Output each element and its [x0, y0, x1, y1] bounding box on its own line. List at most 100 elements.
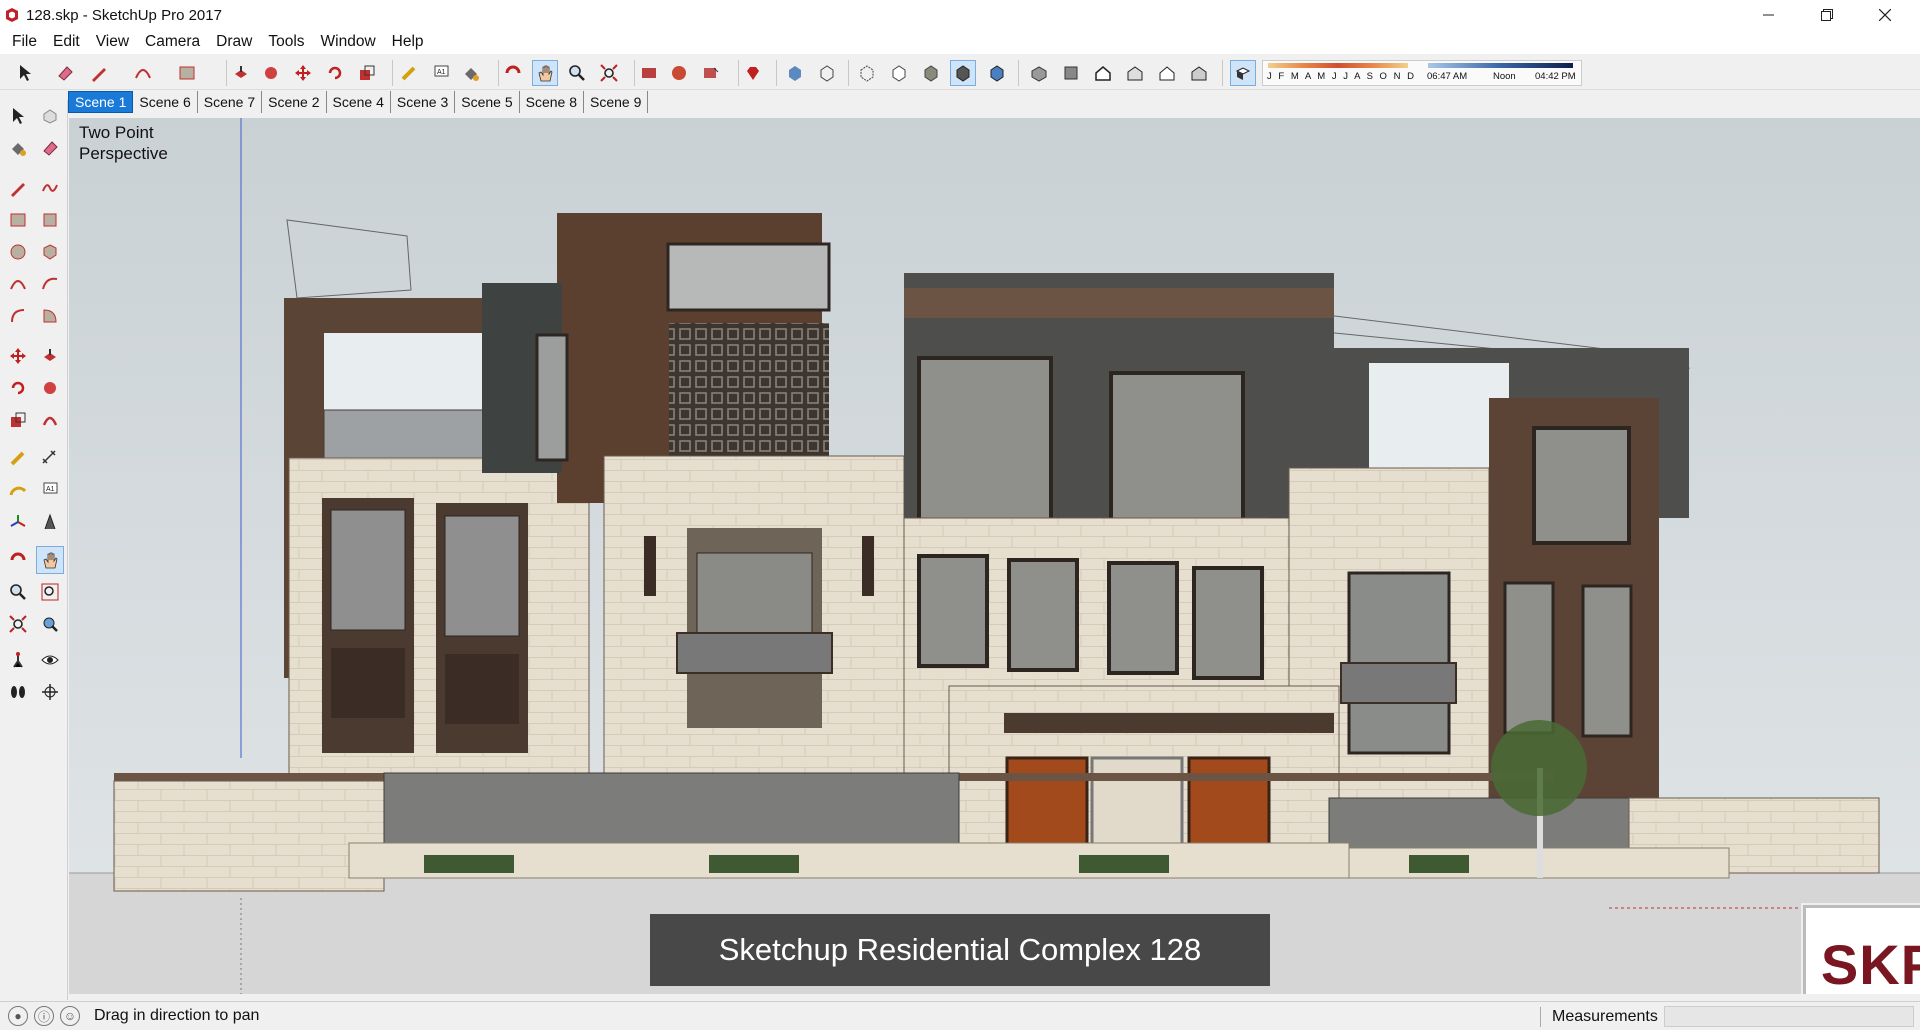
menu-camera[interactable]: Camera	[137, 33, 208, 51]
text-tool[interactable]: A1	[36, 476, 64, 504]
warehouse-button[interactable]	[636, 60, 662, 86]
axes-tool[interactable]	[4, 508, 32, 536]
previous-view-tool[interactable]	[36, 610, 64, 638]
view-front-button[interactable]	[1090, 60, 1116, 86]
tab-scene-2[interactable]: Scene 2	[262, 91, 327, 113]
user-account-icon[interactable]: ☺	[60, 1006, 80, 1026]
tab-scene-1[interactable]: Scene 1	[68, 91, 134, 113]
arc-tool-button[interactable]	[130, 60, 156, 86]
credits-info-icon[interactable]: ⓘ	[34, 1006, 54, 1026]
polygon-tool[interactable]	[36, 238, 64, 266]
line-tool-button[interactable]	[86, 60, 112, 86]
arc-tool[interactable]	[4, 270, 32, 298]
minimize-button[interactable]	[1740, 0, 1798, 30]
protractor-tool[interactable]	[4, 476, 32, 504]
tab-scene-9[interactable]: Scene 9	[584, 91, 649, 113]
tab-scene-3[interactable]: Scene 3	[391, 91, 456, 113]
look-around-tool[interactable]	[36, 646, 64, 674]
position-camera-tool[interactable]	[4, 646, 32, 674]
model-viewport[interactable]: Two Point Perspective Sketchup Residenti…	[69, 118, 1920, 994]
3d-text-tool[interactable]	[36, 508, 64, 536]
extension-warehouse-button[interactable]	[740, 60, 766, 86]
view-left-button[interactable]	[1186, 60, 1212, 86]
paint-bucket-button[interactable]	[458, 60, 484, 86]
hidden-line-button[interactable]	[886, 60, 912, 86]
pan-tool[interactable]	[36, 546, 64, 574]
tab-scene-8[interactable]: Scene 8	[520, 91, 584, 113]
freehand-tool[interactable]	[36, 174, 64, 202]
close-button[interactable]	[1856, 0, 1914, 30]
select-tool-button[interactable]	[12, 60, 38, 86]
geo-location-icon[interactable]: ●	[8, 1006, 28, 1026]
circle-tool[interactable]	[4, 238, 32, 266]
offset-tool[interactable]	[36, 406, 64, 434]
pie-tool[interactable]	[36, 302, 64, 330]
shadows-toggle-button[interactable]	[1230, 60, 1256, 86]
zoom-extents-button[interactable]	[596, 60, 622, 86]
view-iso-button[interactable]	[1026, 60, 1052, 86]
shaded-textures-button[interactable]	[950, 60, 976, 86]
components-button[interactable]	[666, 60, 692, 86]
view-right-button[interactable]	[1122, 60, 1148, 86]
section-plane-tool[interactable]	[36, 678, 64, 706]
walk-tool[interactable]	[4, 678, 32, 706]
rectangle-tool-button[interactable]	[174, 60, 200, 86]
xray-style-button[interactable]	[782, 60, 808, 86]
move-tool[interactable]	[4, 342, 32, 370]
tab-scene-5[interactable]: Scene 5	[455, 91, 520, 113]
paint-bucket-tool[interactable]	[4, 134, 32, 162]
text-tool-button[interactable]: A1	[428, 60, 454, 86]
make-component-tool[interactable]	[36, 102, 64, 130]
zoom-tool[interactable]	[4, 578, 32, 606]
menu-window[interactable]: Window	[313, 33, 384, 51]
rotated-rectangle-tool[interactable]	[36, 206, 64, 234]
pan-button[interactable]	[532, 60, 558, 86]
measurements-input[interactable]	[1664, 1006, 1914, 1027]
menu-help[interactable]: Help	[384, 33, 432, 51]
menu-tools[interactable]: Tools	[260, 33, 312, 51]
dimension-tool[interactable]	[36, 444, 64, 472]
two-point-arc-tool[interactable]	[36, 270, 64, 298]
follow-me-button[interactable]	[258, 60, 284, 86]
eraser-tool-button[interactable]	[52, 60, 78, 86]
back-edges-button[interactable]	[854, 60, 880, 86]
monochrome-button[interactable]	[984, 60, 1010, 86]
select-tool[interactable]	[4, 102, 32, 130]
push-pull-tool[interactable]	[36, 342, 64, 370]
follow-me-tool[interactable]	[36, 374, 64, 402]
orbit-tool[interactable]	[4, 546, 32, 574]
rectangle-icon	[10, 213, 26, 227]
menu-file[interactable]: File	[4, 33, 45, 51]
menu-draw[interactable]: Draw	[208, 33, 260, 51]
zoom-extents-tool[interactable]	[4, 610, 32, 638]
menu-edit[interactable]: Edit	[45, 33, 88, 51]
orbit-button[interactable]	[500, 60, 526, 86]
rectangle-tool[interactable]	[4, 206, 32, 234]
month-slider[interactable]	[1268, 63, 1408, 68]
three-point-arc-tool[interactable]	[4, 302, 32, 330]
menu-view[interactable]: View	[88, 33, 137, 51]
maximize-button[interactable]	[1798, 0, 1856, 30]
rotate-tool-button[interactable]	[322, 60, 348, 86]
tab-scene-4[interactable]: Scene 4	[327, 91, 391, 113]
time-slider[interactable]	[1428, 63, 1573, 68]
scale-tool-button[interactable]	[354, 60, 380, 86]
rotate-tool[interactable]	[4, 374, 32, 402]
view-top-button[interactable]	[1058, 60, 1084, 86]
tape-measure-tool[interactable]	[4, 444, 32, 472]
window-title: 128.skp - SketchUp Pro 2017	[26, 6, 222, 24]
tab-scene-7[interactable]: Scene 7	[198, 91, 263, 113]
eraser-tool[interactable]	[36, 134, 64, 162]
wireframe-style-button[interactable]	[814, 60, 840, 86]
zoom-window-tool[interactable]	[36, 578, 64, 606]
tape-measure-button[interactable]	[396, 60, 422, 86]
move-tool-button[interactable]	[290, 60, 316, 86]
line-tool[interactable]	[4, 174, 32, 202]
push-pull-button[interactable]	[228, 60, 254, 86]
share-model-button[interactable]	[698, 60, 724, 86]
view-back-button[interactable]	[1154, 60, 1180, 86]
scale-tool[interactable]	[4, 406, 32, 434]
tab-scene-6[interactable]: Scene 6	[133, 91, 198, 113]
zoom-button[interactable]	[564, 60, 590, 86]
shaded-button[interactable]	[918, 60, 944, 86]
